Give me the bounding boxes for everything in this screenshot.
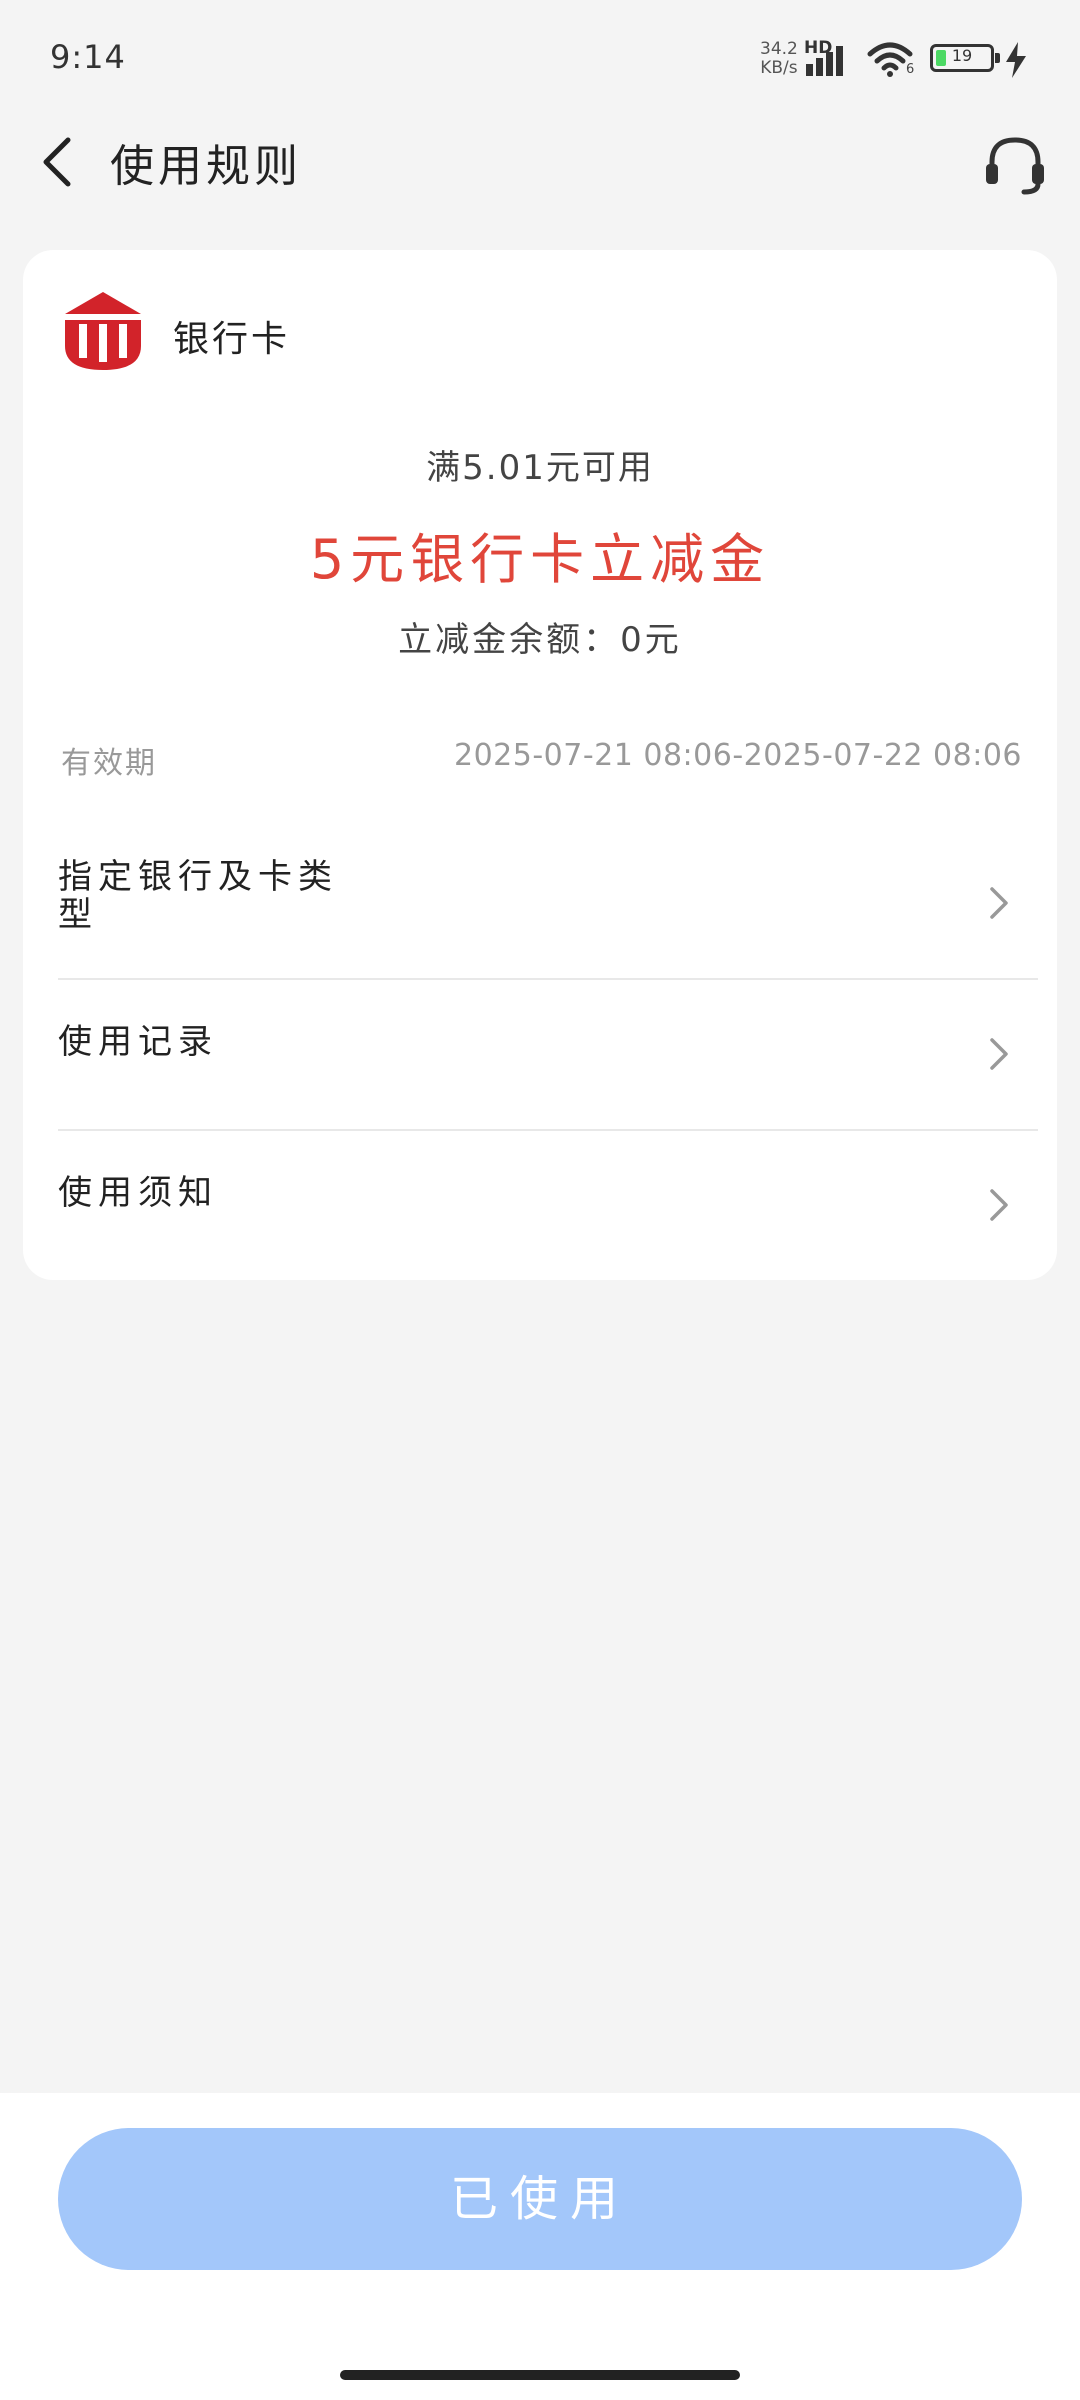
coupon-balance: 立减金余额：0元 [398,620,682,660]
headset-icon[interactable] [980,130,1050,200]
chevron-right-icon [990,1189,1008,1221]
page-title: 使用规则 [110,141,302,192]
validity-value: 2025-07-21 08:06-2025-07-22 08:06 [454,738,1022,773]
signal-icon [806,46,843,76]
row-usage-records[interactable]: 使用记录 [58,979,1022,1129]
row-designated-bank-card-type[interactable]: 指定银行及卡类型 [58,828,1022,978]
chevron-right-icon [990,1038,1008,1070]
used-button[interactable]: 已使用 [58,2128,1022,2270]
network-speed-unit: KB/s [760,58,798,78]
source-name: 银行卡 [173,319,291,360]
wifi-label: 6 [906,62,915,77]
bank-card-logo-icon [65,292,141,370]
home-indicator[interactable] [340,2370,740,2380]
status-time: 9:14 [50,38,126,76]
bottom-bar: 已使用 [0,2093,1080,2400]
row-label: 使用记录 [58,1022,218,1062]
row-usage-notice[interactable]: 使用须知 [58,1130,1022,1280]
network-speed: 34.2 KB/s [760,40,798,78]
battery-level: 19 [951,46,973,65]
row-label: 使用须知 [58,1173,218,1213]
header: 使用规则 [0,110,1080,220]
validity-label: 有效期 [61,746,157,781]
network-speed-value: 34.2 [760,39,798,59]
back-arrow-icon[interactable] [34,132,84,192]
coupon-card: 银行卡 满5.01元可用 5元银行卡立减金 立减金余额：0元 有效期 2025-… [23,250,1057,1280]
battery-icon: 19 [930,44,1000,72]
usage-condition: 满5.01元可用 [426,448,654,488]
chevron-right-icon [990,887,1008,919]
coupon-title: 5元银行卡立减金 [309,528,771,591]
charging-icon [1006,42,1026,78]
row-label: 指定银行及卡类型 [58,857,338,935]
status-bar: 9:14 34.2 KB/s HD 6 19 [0,0,1080,110]
